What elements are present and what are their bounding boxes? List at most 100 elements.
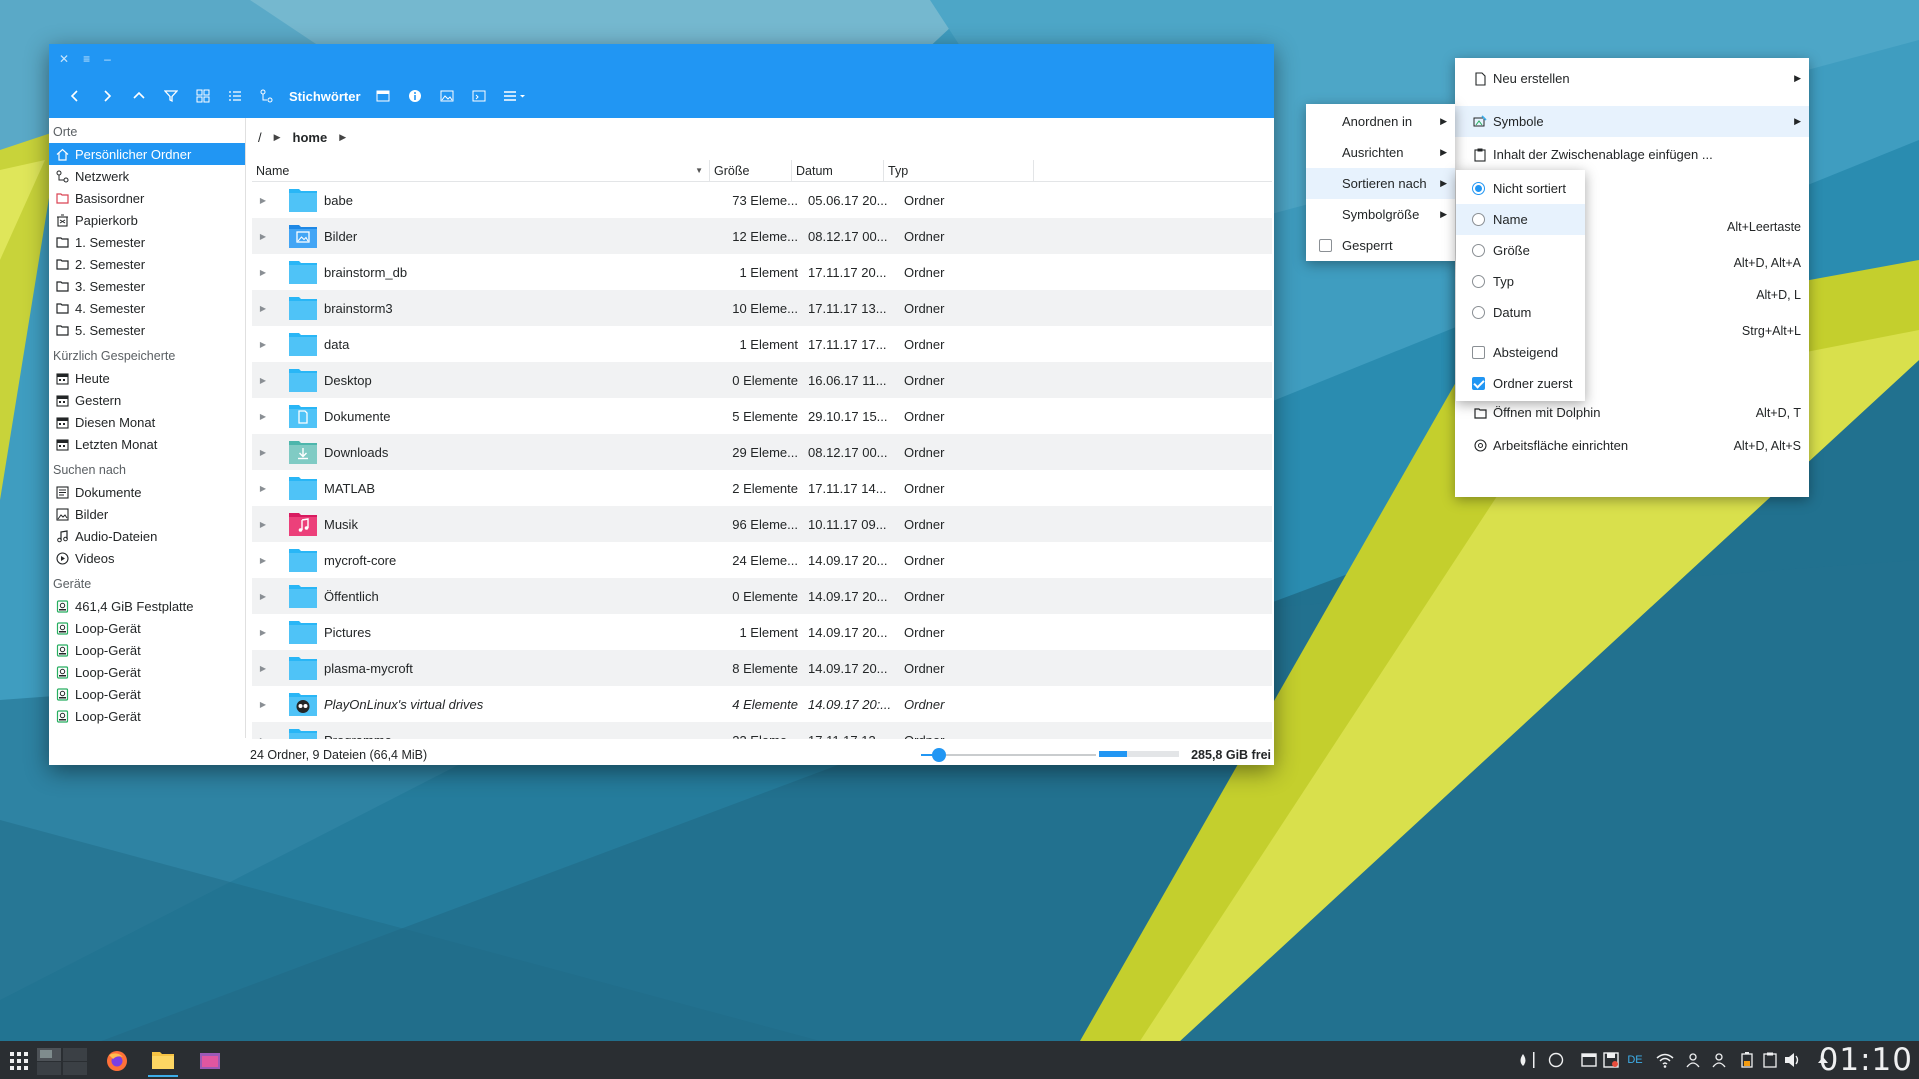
sidebar-item[interactable]: Netzwerk	[49, 165, 245, 187]
sort-menu-item[interactable]: Ordner zuerst	[1456, 368, 1585, 399]
symbols-menu-item[interactable]: Symbolgröße ▶	[1306, 199, 1455, 230]
taskbar-dolphin[interactable]	[148, 1045, 178, 1077]
file-row[interactable]: ▶ brainstorm_db 1 Element 17.11.17 20...…	[252, 254, 1272, 290]
column-date-header[interactable]: Datum	[792, 160, 884, 182]
breadcrumb-current[interactable]: home	[293, 130, 328, 145]
tray-volume-icon[interactable]	[1784, 1051, 1802, 1069]
digital-clock[interactable]: 01:10	[1819, 1041, 1913, 1079]
symbols-menu-item[interactable]: Sortieren nach ▶	[1306, 168, 1455, 199]
sort-menu-item[interactable]: Größe	[1456, 235, 1585, 266]
column-size-header[interactable]: Größe	[710, 160, 792, 182]
sidebar-item[interactable]: Videos	[49, 547, 245, 569]
file-row[interactable]: ▶ Musik 96 Eleme... 10.11.17 09... Ordne…	[252, 506, 1272, 542]
close-window-button[interactable]: ✕	[59, 52, 69, 66]
expand-arrow-icon[interactable]: ▶	[252, 664, 274, 673]
sort-radio-button[interactable]	[1471, 182, 1485, 196]
file-row[interactable]: ▶ Dokumente 5 Elemente 29.10.17 15... Or…	[252, 398, 1272, 434]
expand-arrow-icon[interactable]: ▶	[252, 556, 274, 565]
desktop-menu-item[interactable]: Inhalt der Zwischenablage einfügen ...	[1455, 139, 1809, 170]
sidebar-item[interactable]: 1. Semester	[49, 231, 245, 253]
expand-arrow-icon[interactable]: ▶	[252, 700, 274, 709]
hamburger-menu-button[interactable]	[495, 81, 535, 111]
sort-menu-item[interactable]: Nicht sortiert	[1456, 173, 1585, 204]
sort-menu-item[interactable]: Name	[1456, 204, 1585, 235]
expand-arrow-icon[interactable]: ▶	[252, 736, 274, 740]
sort-radio-button[interactable]	[1471, 213, 1485, 227]
symbols-menu-item[interactable]: Ausrichten ▶	[1306, 137, 1455, 168]
file-row[interactable]: ▶ PlayOnLinux's virtual drives 4 Element…	[252, 686, 1272, 722]
sort-menu-item[interactable]: Typ	[1456, 266, 1585, 297]
file-row[interactable]: ▶ Bilder 12 Eleme... 08.12.17 00... Ordn…	[252, 218, 1272, 254]
file-row[interactable]: ▶ Programme 23 Eleme... 17.11.17 13... O…	[252, 722, 1272, 739]
file-row[interactable]: ▶ babe 73 Eleme... 05.06.17 20... Ordner	[252, 182, 1272, 218]
column-name-header[interactable]: Name ▼	[252, 160, 710, 182]
sidebar-item[interactable]: Loop-Gerät	[49, 661, 245, 683]
sidebar-item[interactable]: Heute	[49, 367, 245, 389]
locked-checkbox[interactable]	[1318, 239, 1332, 253]
window-menu-button[interactable]: ≡	[83, 52, 90, 66]
split-view-button[interactable]	[251, 81, 283, 111]
sidebar-item[interactable]: 2. Semester	[49, 253, 245, 275]
expand-arrow-icon[interactable]: ▶	[252, 520, 274, 529]
desktop-menu-item[interactable]: Öffnen mit Dolphin Alt+D, T	[1455, 397, 1809, 428]
sidebar-item[interactable]: Gestern	[49, 389, 245, 411]
details-view-button[interactable]	[219, 81, 251, 111]
back-button[interactable]	[59, 81, 91, 111]
expand-arrow-icon[interactable]: ▶	[252, 592, 274, 601]
sidebar-item[interactable]: Diesen Monat	[49, 411, 245, 433]
sidebar-item[interactable]: Persönlicher Ordner	[49, 143, 245, 165]
zoom-slider-handle[interactable]	[932, 748, 946, 762]
sort-menu-item[interactable]: Absteigend	[1456, 337, 1585, 368]
tray-droplet-icon[interactable]	[1514, 1051, 1532, 1069]
taskbar-app[interactable]	[195, 1045, 225, 1077]
sidebar-item[interactable]: Loop-Gerät	[49, 617, 245, 639]
sort-radio-button[interactable]	[1471, 244, 1485, 258]
minimize-window-button[interactable]: –	[104, 52, 111, 66]
information-button[interactable]	[399, 81, 431, 111]
breadcrumb-separator-icon[interactable]: ▶	[274, 132, 281, 143]
preview-button[interactable]	[431, 81, 463, 111]
expand-arrow-icon[interactable]: ▶	[252, 304, 274, 313]
sort-checkbox[interactable]	[1471, 346, 1485, 360]
file-row[interactable]: ▶ Öffentlich 0 Elemente 14.09.17 20... O…	[252, 578, 1272, 614]
expand-arrow-icon[interactable]: ▶	[252, 448, 274, 457]
filter-button[interactable]	[155, 81, 187, 111]
file-row[interactable]: ▶ Downloads 29 Eleme... 08.12.17 00... O…	[252, 434, 1272, 470]
expand-arrow-icon[interactable]: ▶	[252, 196, 274, 205]
panel-button[interactable]	[367, 81, 399, 111]
breadcrumb-separator-icon[interactable]: ▶	[339, 132, 346, 143]
expand-arrow-icon[interactable]: ▶	[252, 628, 274, 637]
desktop-menu-item[interactable]: Arbeitsfläche einrichten Alt+D, Alt+S	[1455, 430, 1809, 461]
sort-radio-button[interactable]	[1471, 306, 1485, 320]
sidebar-item[interactable]: 4. Semester	[49, 297, 245, 319]
sidebar-item[interactable]: Papierkorb	[49, 209, 245, 231]
sidebar-item[interactable]: Bilder	[49, 503, 245, 525]
sort-menu-item[interactable]: Datum	[1456, 297, 1585, 328]
desktop-menu-item[interactable]: Neu erstellen ▶	[1455, 63, 1809, 94]
column-type-header[interactable]: Typ	[884, 160, 1034, 182]
expand-arrow-icon[interactable]: ▶	[252, 340, 274, 349]
tray-clipboard-icon[interactable]	[1761, 1051, 1779, 1069]
expand-arrow-icon[interactable]: ▶	[252, 484, 274, 493]
expand-arrow-icon[interactable]: ▶	[252, 376, 274, 385]
sidebar-item[interactable]: Loop-Gerät	[49, 683, 245, 705]
file-row[interactable]: ▶ brainstorm3 10 Eleme... 17.11.17 13...…	[252, 290, 1272, 326]
zoom-slider-track[interactable]	[921, 754, 1096, 756]
file-row[interactable]: ▶ Desktop 0 Elemente 16.06.17 11... Ordn…	[252, 362, 1272, 398]
symbols-menu-item[interactable]: Anordnen in ▶	[1306, 106, 1455, 137]
tray-user-icon[interactable]	[1684, 1051, 1702, 1069]
file-row[interactable]: ▶ MATLAB 2 Elemente 17.11.17 14... Ordne…	[252, 470, 1272, 506]
sidebar-item[interactable]: 3. Semester	[49, 275, 245, 297]
sidebar-item[interactable]: 5. Semester	[49, 319, 245, 341]
tray-wifi-icon[interactable]	[1656, 1051, 1674, 1069]
desktop-menu-item[interactable]: Symbole ▶	[1455, 106, 1809, 137]
file-row[interactable]: ▶ plasma-mycroft 8 Elemente 14.09.17 20.…	[252, 650, 1272, 686]
sidebar-item[interactable]: Basisordner	[49, 187, 245, 209]
taskbar-firefox[interactable]	[102, 1045, 132, 1077]
tray-battery-icon[interactable]	[1738, 1051, 1756, 1069]
sort-checkbox[interactable]	[1471, 377, 1485, 391]
tray-user-switch-icon[interactable]	[1710, 1051, 1728, 1069]
tags-button[interactable]: Stichwörter	[283, 81, 367, 111]
pager[interactable]	[36, 1045, 88, 1077]
file-row[interactable]: ▶ data 1 Element 17.11.17 17... Ordner	[252, 326, 1272, 362]
